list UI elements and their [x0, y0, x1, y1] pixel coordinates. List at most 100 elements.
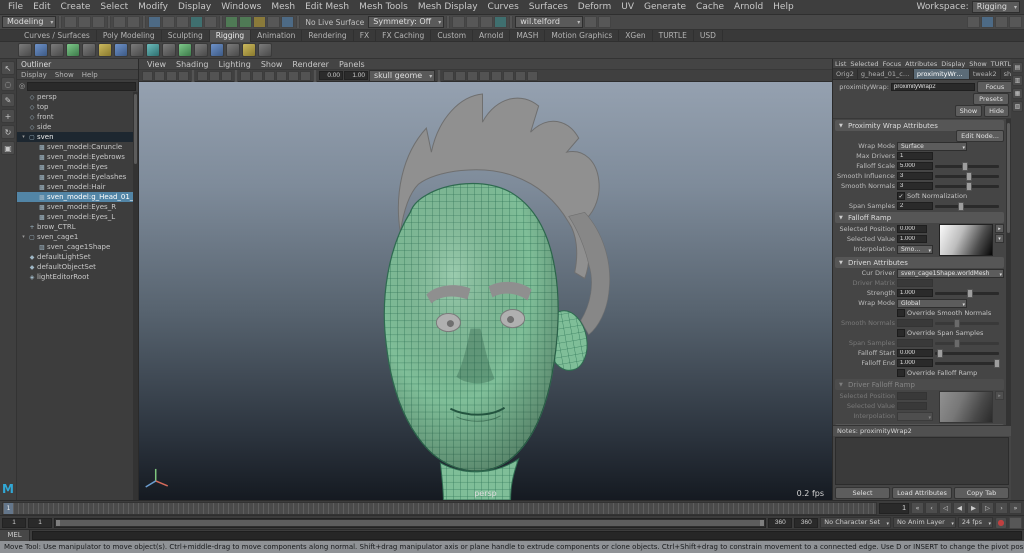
node-tab-proximitywrap2[interactable]: proximityWrap2 [914, 69, 970, 79]
lock-camera-icon[interactable] [154, 71, 165, 81]
node-tab-shape1[interactable]: shape1 [1001, 69, 1011, 79]
outliner-item-eyelashes[interactable]: ▩ sven_model:Eyelashes [17, 172, 138, 182]
select-hierarchy-icon[interactable] [148, 16, 161, 28]
select-tool-icon[interactable]: ↖ [1, 61, 15, 75]
falloff-scale-field[interactable] [897, 162, 933, 170]
select-component-icon[interactable] [176, 16, 189, 28]
shelf-icon[interactable] [66, 43, 80, 57]
menu-item[interactable]: Mesh [266, 1, 300, 13]
cur-driver-dropdown[interactable]: sven_cage1Shape.worldMesh [897, 269, 1004, 278]
shelf-icon[interactable] [242, 43, 256, 57]
save-scene-icon[interactable] [92, 16, 105, 28]
outliner-item-sven[interactable]: ▾ ▢ sven [17, 132, 138, 142]
grid-toggle-icon[interactable] [240, 71, 251, 81]
menu-item[interactable]: Select [95, 1, 133, 13]
snap-to-curve-icon[interactable] [239, 16, 252, 28]
outliner-item-caruncle[interactable]: ▩ sven_model:Caruncle [17, 142, 138, 152]
outliner-search-input[interactable] [27, 82, 136, 91]
viewport-canvas[interactable]: persp 0.2 fps [139, 82, 832, 500]
bookmark-icon[interactable] [178, 71, 189, 81]
command-line-input[interactable] [32, 531, 1022, 540]
range-slider[interactable] [54, 518, 766, 528]
attribute-editor-menu-item[interactable]: List [833, 60, 848, 68]
gamma-field[interactable] [344, 71, 368, 80]
step-back-frame-button[interactable]: ‹ [925, 502, 938, 514]
attribute-editor-menu-item[interactable]: Show [967, 60, 989, 68]
channel-box-icon[interactable]: ▤ [1012, 62, 1023, 73]
gate-mask-icon[interactable] [276, 71, 287, 81]
3d-scene[interactable] [139, 82, 832, 500]
selection-mask-icon[interactable] [204, 16, 217, 28]
outliner-menu-item[interactable]: Show [51, 71, 78, 79]
section-header[interactable]: Falloff Ramp [835, 212, 1004, 223]
viewport-menu-item[interactable]: Lighting [213, 60, 255, 69]
shelf-tab[interactable]: MASH [510, 30, 545, 42]
safe-action-icon[interactable] [300, 71, 311, 81]
user-account-dropdown[interactable]: wil.telford [515, 16, 583, 28]
shelf-tab[interactable]: Poly Modeling [97, 30, 162, 42]
resolution-gate-icon[interactable] [264, 71, 275, 81]
menu-item[interactable]: Edit [28, 1, 55, 13]
outliner-item-sven-cage1shape[interactable]: ▨ sven_cage1Shape [17, 242, 138, 252]
select-camera-icon[interactable] [142, 71, 153, 81]
override-span-samples-checkbox[interactable] [897, 329, 905, 337]
viewport-menu-item[interactable]: Shading [171, 60, 214, 69]
interpolation-dropdown[interactable]: Smooth [897, 245, 933, 254]
shelf-tab[interactable]: Rendering [302, 30, 353, 42]
focus-button[interactable]: Focus [977, 81, 1013, 93]
outliner-item-default-light-set[interactable]: ◆ defaultLightSet [17, 252, 138, 262]
field-chart-icon[interactable] [288, 71, 299, 81]
shelf-icon[interactable] [162, 43, 176, 57]
menu-item[interactable]: File [3, 1, 28, 13]
render-settings-icon[interactable] [494, 16, 507, 28]
snap-to-plane-icon[interactable] [267, 16, 280, 28]
outliner-item-brow-ctrl[interactable]: + brow_CTRL [17, 222, 138, 232]
hide-button[interactable]: Hide [984, 105, 1009, 117]
go-to-start-button[interactable]: « [911, 502, 924, 514]
workspace-dropdown[interactable]: Rigging [972, 1, 1020, 13]
strength-slider[interactable] [935, 292, 999, 295]
playback-start-field[interactable] [28, 518, 52, 528]
notes-area[interactable] [835, 437, 1009, 485]
shelf-tab[interactable]: FX Caching [376, 30, 431, 42]
outliner-item-eyes[interactable]: ▩ sven_model:Eyes [17, 162, 138, 172]
shelf-tab[interactable]: FX [354, 30, 376, 42]
shelf-icon[interactable] [226, 43, 240, 57]
rotate-tool-icon[interactable]: ↻ [1, 125, 15, 139]
snap-to-grid-icon[interactable] [225, 16, 238, 28]
falloff-start-field[interactable] [897, 349, 933, 357]
shelf-icon[interactable] [50, 43, 64, 57]
textured-icon[interactable] [467, 71, 478, 81]
shelf-icon[interactable] [146, 43, 160, 57]
viewport-menu-item[interactable]: Show [256, 60, 288, 69]
notes-header[interactable]: Notes: proximityWrap2 [833, 425, 1011, 436]
attribute-editor-scrollbar[interactable] [1006, 119, 1011, 425]
node-tab-head-shape-orig[interactable]: g_head_01_cvShapeOrig [858, 69, 914, 79]
step-forward-key-button[interactable]: ▷ [981, 502, 994, 514]
node-tab-tweak2[interactable]: tweak2 [970, 69, 1001, 79]
outliner-item-hair[interactable]: ▩ sven_model:Hair [17, 182, 138, 192]
outliner-title[interactable]: Outliner [17, 59, 138, 70]
outliner-item-side[interactable]: ◇ side [17, 122, 138, 132]
attribute-editor-bottom-button[interactable]: Select [835, 487, 890, 499]
image-plane-icon[interactable] [197, 71, 208, 81]
viewport-menu-item[interactable]: Renderer [287, 60, 334, 69]
make-live-icon[interactable] [281, 16, 294, 28]
menu-item[interactable]: Deform [573, 1, 616, 13]
override-smooth-normals-checkbox[interactable] [897, 309, 905, 317]
menu-item[interactable]: Mesh Display [413, 1, 483, 13]
undo-icon[interactable] [113, 16, 126, 28]
strength-field[interactable] [897, 289, 933, 297]
render-icon[interactable] [466, 16, 479, 28]
snap-to-point-icon[interactable] [253, 16, 266, 28]
anim-layer-dropdown[interactable]: No Anim Layer [893, 517, 956, 528]
outliner-item-g-head-01-cv[interactable]: ▩ sven_model:g_Head_01_cv [17, 192, 138, 202]
smooth-normals-field[interactable] [897, 182, 933, 190]
attribute-editor-menu-item[interactable]: Display [939, 60, 967, 68]
max-drivers-field[interactable] [897, 152, 933, 160]
shelf-icon[interactable] [114, 43, 128, 57]
menu-item[interactable]: Generate [639, 1, 691, 13]
sidebar-attribute-editor-toggle-icon[interactable] [981, 16, 994, 28]
playback-end-field[interactable] [768, 518, 792, 528]
character-set-dropdown[interactable]: No Character Set [820, 517, 891, 528]
